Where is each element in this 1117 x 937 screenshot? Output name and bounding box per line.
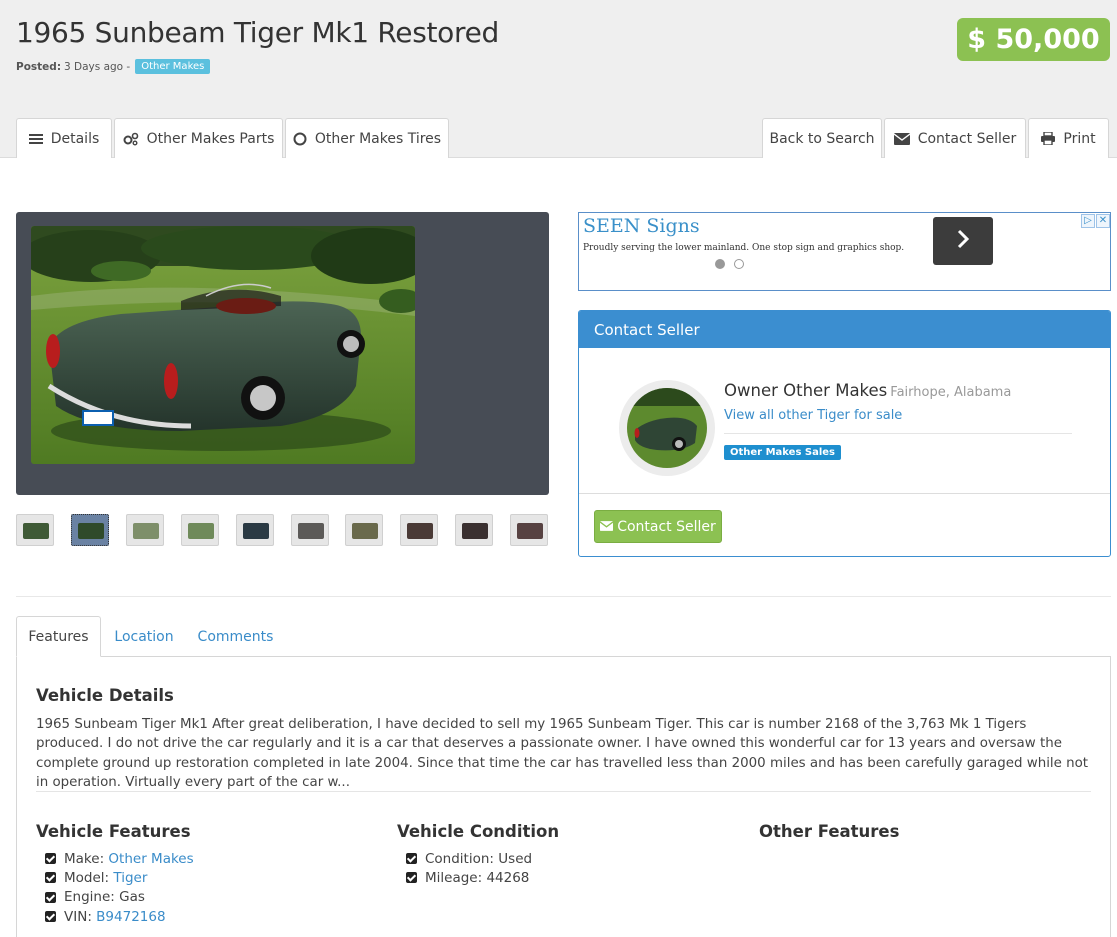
posted-value: 3 Days ago - bbox=[64, 60, 131, 73]
section-divider bbox=[16, 596, 1111, 597]
model-label: Model: bbox=[64, 869, 110, 886]
ad-title[interactable]: SEEN Signs bbox=[583, 215, 700, 237]
checkbox-checked-icon bbox=[45, 853, 56, 865]
checkbox-checked-icon bbox=[45, 891, 56, 903]
vehicle-condition-list: Condition: Used Mileage: 44268 bbox=[406, 849, 532, 888]
print-button[interactable]: Print bbox=[1028, 118, 1109, 158]
thumbnail[interactable] bbox=[345, 514, 383, 546]
thumbnail[interactable] bbox=[510, 514, 548, 546]
vehicle-features-heading: Vehicle Features bbox=[36, 822, 191, 841]
ad-text: Proudly serving the lower mainland. One … bbox=[583, 243, 905, 253]
listing-header: 1965 Sunbeam Tiger Mk1 Restored Posted: … bbox=[0, 0, 1117, 158]
panel-footer-divider bbox=[579, 493, 1110, 494]
tab-location[interactable]: Location bbox=[101, 616, 187, 657]
thumbnail-strip bbox=[16, 514, 549, 548]
contact-seller-button-label: Contact Seller bbox=[617, 518, 716, 535]
category-tag[interactable]: Other Makes bbox=[135, 59, 211, 74]
thumbnail[interactable] bbox=[181, 514, 219, 546]
list-item: Condition: Used bbox=[406, 849, 532, 868]
ad-close-icon[interactable]: ✕ bbox=[1096, 214, 1110, 228]
thumbnail[interactable] bbox=[291, 514, 329, 546]
back-to-search-button[interactable]: Back to Search bbox=[762, 118, 882, 158]
checkbox-checked-icon bbox=[45, 911, 56, 923]
print-icon bbox=[1041, 132, 1056, 145]
tab-details-label: Details bbox=[50, 130, 100, 147]
contact-panel-heading: Contact Seller bbox=[579, 311, 1110, 348]
list-item: Engine: Gas bbox=[45, 888, 194, 907]
gears-icon bbox=[123, 132, 139, 146]
ad-choices-icon[interactable]: ▷ bbox=[1081, 214, 1095, 228]
list-item: Model: Tiger bbox=[45, 868, 194, 887]
ad-dot[interactable] bbox=[734, 259, 744, 269]
condition-value: Used bbox=[498, 850, 533, 867]
thumbnail[interactable] bbox=[455, 514, 493, 546]
vehicle-details-heading: Vehicle Details bbox=[36, 686, 174, 705]
seller-tag[interactable]: Other Makes Sales bbox=[724, 445, 842, 460]
vehicle-condition-heading: Vehicle Condition bbox=[397, 822, 560, 841]
price-badge: $ 50,000 bbox=[957, 18, 1110, 61]
tab-parts[interactable]: Other Makes Parts bbox=[114, 118, 283, 158]
model-link[interactable]: Tiger bbox=[113, 870, 147, 886]
view-all-link[interactable]: View all other Tiger for sale bbox=[724, 408, 902, 423]
checkbox-checked-icon bbox=[406, 872, 417, 884]
make-label: Make: bbox=[64, 850, 105, 867]
condition-label: Condition: bbox=[425, 850, 494, 867]
vin-link[interactable]: B9472168 bbox=[96, 909, 165, 925]
tab-tires[interactable]: Other Makes Tires bbox=[285, 118, 449, 158]
posted-info: Posted: 3 Days ago - Other Makes bbox=[16, 59, 211, 74]
tire-icon bbox=[293, 132, 307, 146]
owner-location: Fairhope, Alabama bbox=[890, 385, 1012, 400]
list-item: Make: Other Makes bbox=[45, 849, 194, 868]
thumbnail[interactable] bbox=[236, 514, 274, 546]
envelope-icon bbox=[893, 132, 910, 145]
ad-dot-active[interactable] bbox=[715, 259, 725, 269]
contact-seller-panel: Contact Seller Owner Other Makes Fairhope… bbox=[578, 310, 1111, 557]
checkbox-checked-icon bbox=[406, 853, 417, 865]
vehicle-description: 1965 Sunbeam Tiger Mk1 After great delib… bbox=[36, 717, 1089, 790]
tab-parts-label: Other Makes Parts bbox=[146, 130, 275, 147]
contact-seller-tab[interactable]: Contact Seller bbox=[884, 118, 1026, 158]
other-features-heading: Other Features bbox=[759, 822, 900, 841]
mileage-value: 44268 bbox=[486, 869, 530, 886]
photo-gallery bbox=[16, 212, 549, 495]
tab-comments[interactable]: Comments bbox=[189, 616, 282, 657]
details-divider bbox=[36, 791, 1091, 792]
vehicle-features-list: Make: Other Makes Model: Tiger Engine: G… bbox=[45, 849, 194, 926]
tab-tires-label: Other Makes Tires bbox=[314, 130, 442, 147]
make-link[interactable]: Other Makes bbox=[108, 851, 193, 867]
list-icon bbox=[28, 133, 43, 145]
list-item: Mileage: 44268 bbox=[406, 868, 532, 887]
tab-features[interactable]: Features bbox=[16, 616, 101, 657]
posted-label: Posted: bbox=[16, 60, 62, 73]
owner-line: Owner Other Makes Fairhope, Alabama bbox=[724, 381, 1011, 400]
engine-value: Gas bbox=[119, 889, 145, 906]
engine-label: Engine: bbox=[64, 889, 115, 906]
thumbnail[interactable] bbox=[16, 514, 54, 546]
chevron-right-icon bbox=[956, 228, 970, 254]
list-item: VIN: B9472168 bbox=[45, 907, 194, 926]
contact-seller-tab-label: Contact Seller bbox=[917, 130, 1017, 147]
contact-seller-button[interactable]: Contact Seller bbox=[594, 510, 722, 543]
seller-avatar bbox=[627, 388, 707, 468]
separator bbox=[724, 433, 1072, 434]
thumbnail-selected[interactable] bbox=[71, 514, 109, 546]
envelope-icon bbox=[599, 519, 614, 535]
ad-banner[interactable]: SEEN Signs Proudly serving the lower mai… bbox=[578, 212, 1111, 291]
checkbox-checked-icon bbox=[45, 872, 56, 884]
thumbnail[interactable] bbox=[400, 514, 438, 546]
listing-title: 1965 Sunbeam Tiger Mk1 Restored bbox=[16, 16, 499, 49]
ad-next-button[interactable] bbox=[933, 217, 993, 265]
print-label: Print bbox=[1063, 130, 1096, 147]
vin-label: VIN: bbox=[64, 908, 92, 925]
back-to-search-label: Back to Search bbox=[769, 130, 875, 147]
owner-name: Owner Other Makes bbox=[724, 381, 888, 400]
thumbnail[interactable] bbox=[126, 514, 164, 546]
tab-details[interactable]: Details bbox=[16, 118, 112, 158]
main-photo[interactable] bbox=[31, 226, 415, 464]
mileage-label: Mileage: bbox=[425, 869, 483, 886]
